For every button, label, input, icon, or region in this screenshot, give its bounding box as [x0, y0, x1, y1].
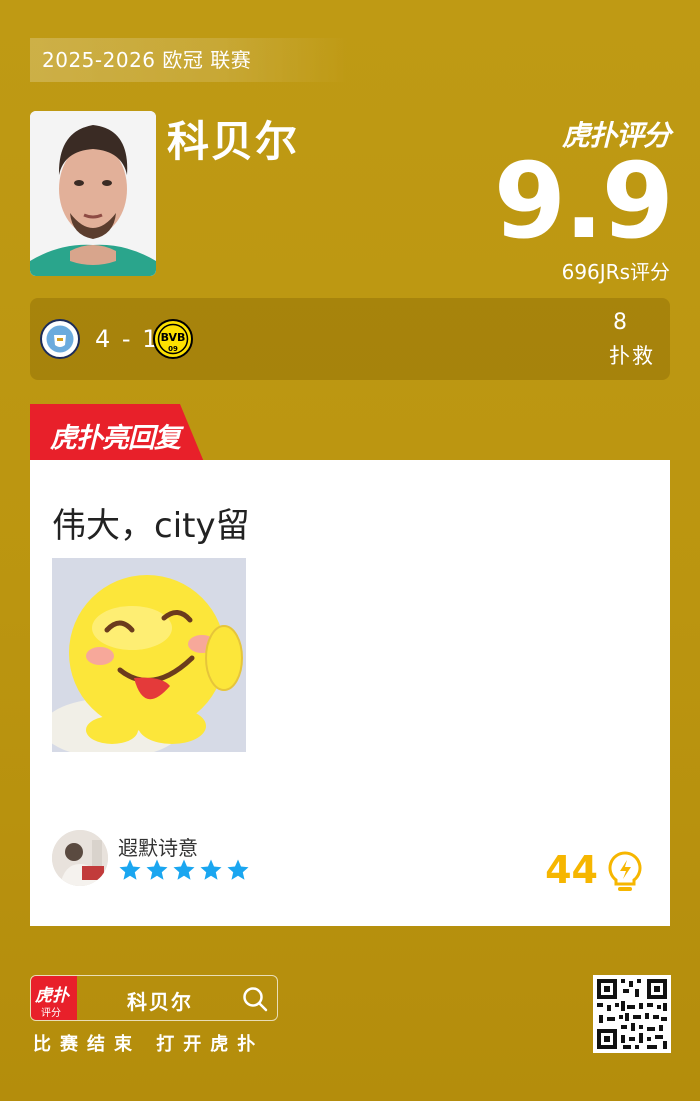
footer-search-box[interactable]: 虎扑 评分 科贝尔 — [30, 975, 278, 1021]
like-count: 44 — [545, 848, 598, 892]
hupu-app-icon: 虎扑 评分 — [31, 976, 77, 1020]
star-icon — [146, 859, 168, 880]
app-icon-subtext: 评分 — [41, 1008, 61, 1019]
footer-caption: 比赛结束 打开虎扑 — [33, 1034, 265, 1055]
dortmund-badge-icon: BVB 09 — [153, 319, 193, 359]
match-card: 4 - 1 BVB 09 8 扑救 — [30, 298, 670, 380]
reply-card: 伟大，city留 遐默诗意 44 — [30, 460, 670, 926]
player-name: 科贝尔 — [167, 117, 300, 166]
lightbulb-like-icon[interactable] — [606, 850, 644, 894]
reply-text: 伟大，city留 — [52, 506, 250, 546]
highlight-tab-label: 虎扑亮回复 — [50, 423, 181, 454]
star-icon — [119, 859, 141, 880]
saves-value: 8 — [613, 310, 627, 335]
rating-value: 9.9 — [493, 140, 674, 262]
search-keyword: 科贝尔 — [127, 990, 193, 1014]
star-icon — [227, 859, 249, 880]
highlight-reply-tab: 虎扑亮回复 — [30, 404, 204, 462]
svg-text:09: 09 — [168, 345, 178, 353]
qr-code — [593, 975, 671, 1053]
search-icon[interactable] — [241, 985, 269, 1013]
username[interactable]: 遐默诗意 — [118, 832, 198, 861]
saves-label: 扑救 — [609, 344, 655, 368]
user-rating-stars — [118, 858, 250, 882]
star-icon — [200, 859, 222, 880]
player-photo — [30, 111, 156, 276]
svg-text:BVB: BVB — [161, 331, 186, 344]
smiling-emoji-sticker-icon[interactable] — [52, 558, 246, 752]
season-tag: 2025-2026 欧冠 联赛 — [30, 38, 350, 82]
manchester-city-badge-icon — [40, 319, 80, 359]
star-icon — [173, 859, 195, 880]
rating-count: 696JRs评分 — [561, 260, 670, 284]
app-icon-text: 虎扑 — [35, 986, 69, 1006]
match-score: 4 - 1 — [95, 325, 160, 353]
user-avatar[interactable] — [52, 830, 108, 886]
